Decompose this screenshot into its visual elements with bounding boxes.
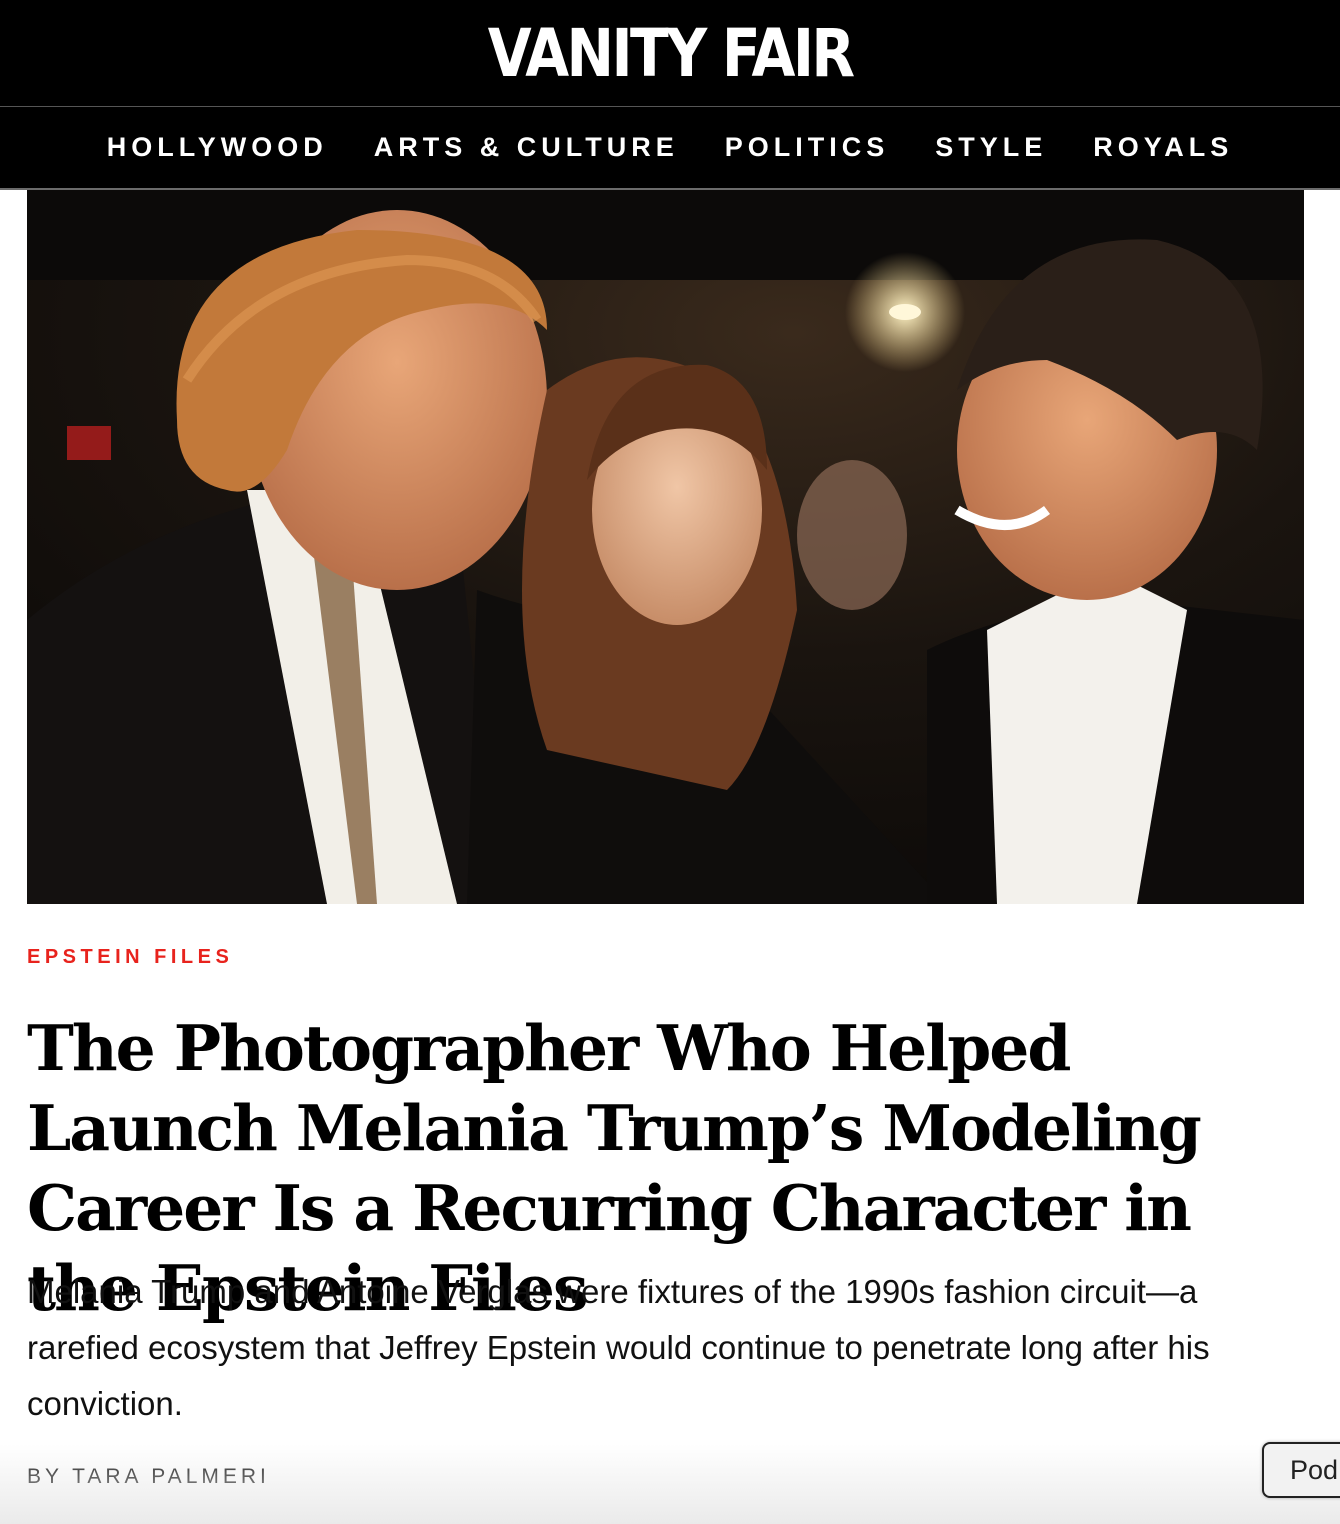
byline-prefix: BY [27,1465,63,1488]
masthead: VANITY FAIR [0,0,1340,106]
vanity-fair-logo[interactable]: VANITY FAIR [488,21,855,87]
nav-item-hollywood[interactable]: HOLLYWOOD [107,132,328,163]
article-dek: Melania Trump and Antoine Verglas were f… [27,1273,1210,1422]
rubric-label[interactable]: EPSTEIN FILES [27,946,233,969]
nav-item-style[interactable]: STYLE [935,132,1047,163]
author-link[interactable]: TARA PALMERI [72,1465,270,1488]
podcast-button[interactable]: Pod [1262,1442,1340,1498]
nav-item-royals[interactable]: ROYALS [1093,132,1233,163]
nav-item-arts-culture[interactable]: ARTS & CULTURE [374,132,679,163]
hero-photo-illustration [27,190,1304,904]
section-nav: HOLLYWOOD ARTS & CULTURE POLITICS STYLE … [0,107,1340,188]
byline: BY TARA PALMERI [27,1465,270,1489]
hero-photo [27,190,1304,904]
nav-item-politics[interactable]: POLITICS [725,132,890,163]
